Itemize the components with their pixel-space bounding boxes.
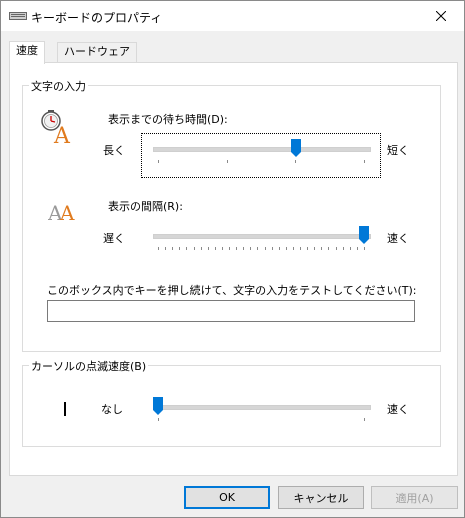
cancel-button[interactable]: キャンセル [278,486,364,509]
slider-tick [364,247,365,250]
slider-tick [307,247,309,250]
slider-tick [158,418,159,421]
cursor-blink-slider[interactable] [153,397,371,425]
delay-label: 表示までの待ち時間(D): [108,113,228,126]
delay-short-label: 短く [387,144,409,157]
slider-tick [271,247,273,250]
slider-tick [278,247,280,250]
slider-thumb[interactable] [291,139,302,157]
slider-tick [292,247,294,250]
slider-tick [221,247,223,250]
slider-tick [243,247,245,250]
slider-tick [264,247,266,250]
char-input-group: 文字の入力 A 表示までの待ち時間(D): 長く 短く A A 表示の間隔(R)… [22,78,441,352]
cursor-blink-group-label: カーソルの点滅速度(B) [29,358,149,374]
slider-tick [285,247,287,250]
slider-tick [356,247,358,250]
slider-tick [226,160,228,163]
slider-tick [349,247,351,250]
slider-tick [342,247,344,250]
repeat-delay-slider[interactable] [153,139,371,167]
slider-tick [207,247,209,250]
title-bar: キーボードのプロパティ [1,1,464,31]
window-title: キーボードのプロパティ [31,11,163,25]
repeat-delay-icon: A [40,110,72,149]
tab-speed[interactable]: 速度 [9,41,45,64]
keyboard-properties-window: キーボードのプロパティ 速度 ハードウェア 文字の入力 A 表示までの待ち時間(… [0,0,465,518]
apply-button[interactable]: 適用(A) [371,486,458,509]
slider-tick [257,247,259,250]
slider-tick [236,247,238,250]
slider-tick [172,247,174,250]
slider-tick [193,247,195,250]
slider-tick [300,247,302,250]
slider-thumb[interactable] [153,397,163,415]
svg-text:A: A [59,201,75,224]
slider-tick [321,247,323,250]
repeat-rate-slider[interactable] [153,226,371,254]
cursor-fast-label: 速く [387,403,409,416]
slider-tick [214,247,216,250]
slider-track [153,234,371,239]
slider-track [153,147,371,152]
delay-long-label: 長く [103,144,125,157]
cursor-blink-group: カーソルの点滅速度(B) なし 速く [22,358,441,447]
slider-tick [335,247,337,250]
slider-tick [158,160,159,163]
char-input-group-label: 文字の入力 [29,78,88,94]
slider-tick [200,247,202,250]
slider-tick [158,247,159,250]
slider-tick [179,247,181,250]
rate-label: 表示の間隔(R): [108,200,183,213]
slider-tick [165,247,167,250]
slider-tick [328,247,330,250]
slider-tick [229,247,231,250]
slider-tick [364,418,365,421]
rate-fast-label: 速く [387,232,409,245]
slider-tick [186,247,188,250]
rate-slow-label: 遅く [103,232,125,245]
keyboard-icon [9,11,27,21]
slider-track [153,405,371,410]
cursor-blink-preview [64,402,66,416]
close-button[interactable] [418,1,464,31]
slider-tick [250,247,252,250]
slider-thumb[interactable] [359,226,369,244]
repeat-rate-icon: A A [47,198,82,225]
slider-tick [295,160,297,163]
ok-button[interactable]: OK [184,486,270,509]
speed-tab-panel: 文字の入力 A 表示までの待ち時間(D): 長く 短く A A 表示の間隔(R)… [9,62,458,476]
slider-tick [364,160,365,163]
svg-text:A: A [53,124,71,146]
slider-tick [314,247,316,250]
cursor-none-label: なし [101,403,123,416]
close-icon [436,11,446,21]
test-box-label: このボックス内でキーを押し続けて、文字の入力をテストしてください(T): [47,284,417,297]
typing-test-input[interactable] [47,300,415,322]
tab-hardware[interactable]: ハードウェア [57,42,137,64]
